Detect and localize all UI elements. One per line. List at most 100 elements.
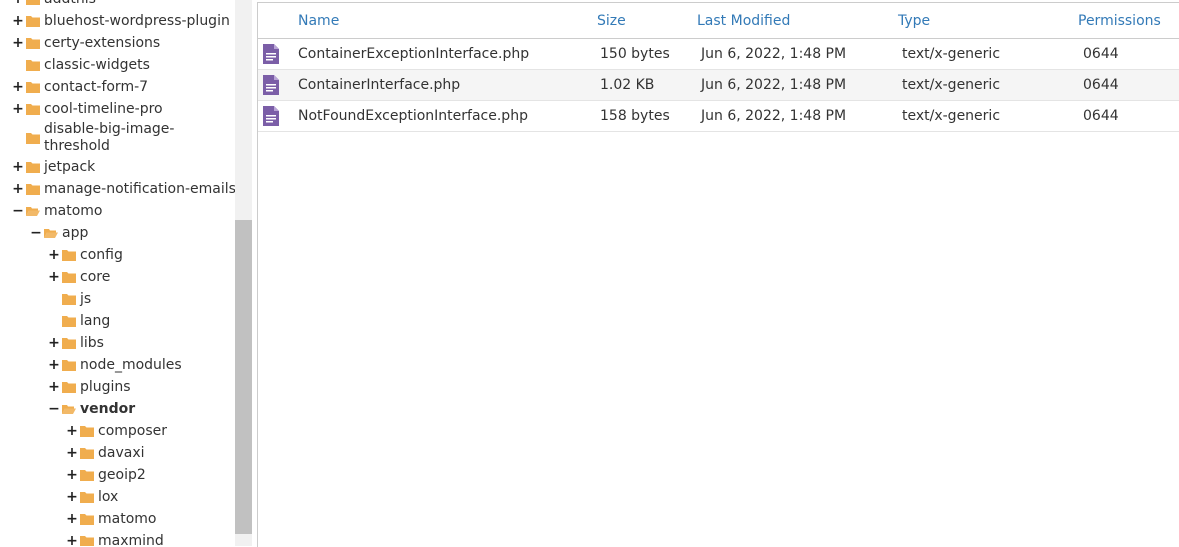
folder-icon — [26, 161, 44, 173]
collapse-icon[interactable]: − — [12, 204, 24, 218]
tree-node[interactable]: disable-big-image-threshold — [12, 120, 194, 156]
folder-icon — [26, 81, 44, 93]
tree-node-label[interactable]: jetpack — [44, 159, 95, 176]
tree-node[interactable]: + libs — [48, 332, 104, 354]
expand-icon[interactable]: + — [48, 248, 60, 262]
folder-icon — [26, 183, 44, 195]
folder-icon — [62, 359, 80, 371]
tree-node[interactable]: + lox — [66, 486, 118, 508]
tree-node-label[interactable]: core — [80, 269, 110, 286]
expand-icon[interactable]: + — [66, 468, 78, 482]
column-header-type[interactable]: Type — [898, 13, 930, 29]
file-size: 158 bytes — [600, 108, 670, 124]
tree-node-label[interactable]: matomo — [98, 511, 156, 528]
collapse-icon[interactable]: − — [48, 402, 60, 416]
tree-node[interactable]: + jetpack — [12, 156, 95, 178]
tree-node-label[interactable]: cool-timeline-pro — [44, 101, 163, 118]
tree-node[interactable]: + addthis — [12, 0, 96, 10]
tree-node[interactable]: + geoip2 — [66, 464, 146, 486]
tree-node[interactable]: + bluehost-wordpress-plugin — [12, 10, 230, 32]
tree-node-label[interactable]: plugins — [80, 379, 131, 396]
tree-scrollbar-thumb[interactable] — [235, 220, 252, 534]
tree-node-label[interactable]: geoip2 — [98, 467, 146, 484]
expand-icon[interactable]: + — [66, 424, 78, 438]
tree-node[interactable]: + matomo — [66, 508, 156, 530]
tree-node[interactable]: lang — [48, 310, 110, 332]
tree-node-label[interactable]: lox — [98, 489, 118, 506]
expand-icon[interactable]: + — [12, 80, 24, 94]
tree-node[interactable]: + manage-notification-emails — [12, 178, 235, 200]
folder-icon — [80, 425, 98, 437]
tree-node-label[interactable]: certy-extensions — [44, 35, 160, 52]
expand-icon[interactable]: + — [12, 14, 24, 28]
tree-scrollbar[interactable] — [235, 0, 252, 546]
tree-node[interactable]: classic-widgets — [12, 54, 150, 76]
tree-node-label[interactable]: davaxi — [98, 445, 145, 462]
folder-icon — [26, 132, 44, 144]
tree-node[interactable]: js — [48, 288, 91, 310]
tree-node-label[interactable]: config — [80, 247, 123, 264]
table-row[interactable]: ContainerInterface.php 1.02 KB Jun 6, 2022… — [258, 70, 1179, 101]
column-header-last-modified[interactable]: Last Modified — [697, 13, 790, 29]
tree-node-label[interactable]: matomo — [44, 203, 102, 220]
tree-node[interactable]: + config — [48, 244, 123, 266]
table-row[interactable]: NotFoundExceptionInterface.php 158 bytes J… — [258, 101, 1179, 132]
tree-node[interactable]: + composer — [66, 420, 167, 442]
file-permissions: 0644 — [1083, 46, 1119, 62]
file-type: text/x-generic — [902, 46, 1001, 62]
column-header-name[interactable]: Name — [298, 13, 339, 29]
tree-node[interactable]: + contact-form-7 — [12, 76, 148, 98]
expand-icon[interactable]: + — [66, 534, 78, 546]
tree-node-label[interactable]: maxmind — [98, 533, 164, 547]
tree-node[interactable]: + core — [48, 266, 110, 288]
expand-icon[interactable]: + — [66, 490, 78, 504]
expand-icon[interactable]: + — [12, 160, 24, 174]
tree-node[interactable]: + plugins — [48, 376, 131, 398]
tree-node[interactable]: + certy-extensions — [12, 32, 160, 54]
expand-icon[interactable]: + — [48, 336, 60, 350]
table-header: Name Size Last Modified Type Permissions — [258, 3, 1179, 39]
tree-node-label[interactable]: app — [62, 225, 88, 242]
tree-node-label[interactable]: disable-big-image-threshold — [44, 121, 194, 155]
expand-icon[interactable]: + — [48, 270, 60, 284]
expand-icon[interactable]: + — [66, 512, 78, 526]
expand-icon[interactable]: + — [48, 358, 60, 372]
tree-node[interactable]: + node_modules — [48, 354, 182, 376]
expand-icon[interactable]: + — [12, 36, 24, 50]
column-header-permissions[interactable]: Permissions — [1078, 13, 1161, 29]
tree-node-label[interactable]: manage-notification-emails — [44, 181, 235, 198]
folder-icon — [62, 381, 80, 393]
tree-node-label[interactable]: bluehost-wordpress-plugin — [44, 13, 230, 30]
tree-node[interactable]: − vendor — [48, 398, 135, 420]
expand-icon[interactable]: + — [12, 0, 24, 6]
expand-icon[interactable]: + — [12, 182, 24, 196]
folder-icon — [26, 15, 44, 27]
tree-node[interactable]: + cool-timeline-pro — [12, 98, 163, 120]
collapse-icon[interactable]: − — [30, 226, 42, 240]
tree-node[interactable]: − matomo — [12, 200, 102, 222]
folder-icon — [62, 249, 80, 261]
table-row[interactable]: ContainerExceptionInterface.php 150 bytes… — [258, 39, 1179, 70]
tree-node-label[interactable]: lang — [80, 313, 110, 330]
tree-node-label[interactable]: vendor — [80, 401, 135, 418]
tree-node-label[interactable]: composer — [98, 423, 167, 440]
tree-node[interactable]: + davaxi — [66, 442, 145, 464]
expand-icon[interactable]: + — [12, 102, 24, 116]
tree-node-label[interactable]: js — [80, 291, 91, 308]
tree-node-label[interactable]: contact-form-7 — [44, 79, 148, 96]
tree-node-label[interactable]: node_modules — [80, 357, 182, 374]
tree-node-label[interactable]: addthis — [44, 0, 96, 8]
expand-icon[interactable]: + — [48, 380, 60, 394]
folder-icon — [62, 293, 80, 305]
expand-icon[interactable]: + — [66, 446, 78, 460]
folder-open-icon — [62, 404, 80, 415]
tree-node[interactable]: + maxmind — [66, 530, 164, 546]
file-modified: Jun 6, 2022, 1:48 PM — [701, 46, 847, 62]
column-header-size[interactable]: Size — [597, 13, 626, 29]
tree-node-label[interactable]: classic-widgets — [44, 57, 150, 74]
tree-node[interactable]: − app — [30, 222, 88, 244]
tree-node-label[interactable]: libs — [80, 335, 104, 352]
